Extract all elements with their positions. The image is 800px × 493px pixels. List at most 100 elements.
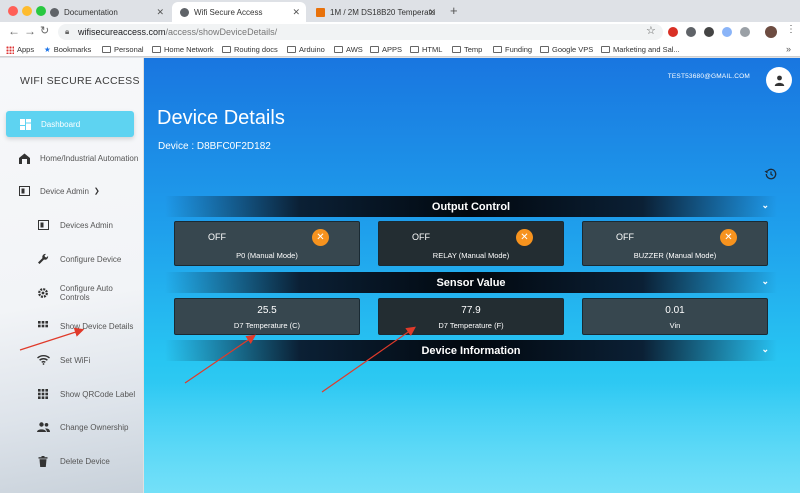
folder-icon <box>540 46 549 53</box>
bookmark-personal[interactable]: Personal <box>102 45 144 54</box>
sidebar-item-label: Show QRCode Label <box>60 389 136 399</box>
url-path: /access/showDeviceDetails/ <box>165 27 278 37</box>
bookmark-apps-folder[interactable]: APPS <box>370 45 402 54</box>
grid-icon <box>36 321 50 331</box>
output-control-header[interactable]: Output Control ⌄ <box>165 196 777 217</box>
close-window-icon[interactable] <box>8 6 18 16</box>
sidebar-item-set-wifi[interactable]: Set WiFi <box>0 347 144 373</box>
sidebar-item-devices-admin[interactable]: Devices Admin <box>0 212 144 238</box>
bookmark-google-vps[interactable]: Google VPS <box>540 45 593 54</box>
output-state: OFF <box>616 232 634 242</box>
tab-title: Documentation <box>64 7 118 17</box>
device-id: Device : D8BFC0F2D182 <box>158 141 271 152</box>
close-icon[interactable]: ✕ <box>720 229 737 246</box>
chevron-down-icon[interactable]: ⌄ <box>761 276 769 287</box>
browser-tab-ds18b20[interactable]: 1M / 2M DS18B20 Temperatu ✕ <box>308 2 442 22</box>
extension-icon[interactable] <box>686 27 696 37</box>
device-information-header[interactable]: Device Information ⌄ <box>165 340 777 361</box>
bookmark-bookmarks[interactable]: ★ Bookmarks <box>44 45 91 54</box>
history-icon[interactable] <box>764 167 777 185</box>
sidebar-item-delete-device[interactable]: Delete Device <box>0 448 144 474</box>
bookmark-star-icon[interactable]: ☆ <box>646 24 656 37</box>
output-card-buzzer[interactable]: OFF ✕ BUZZER (Manual Mode) <box>582 221 768 266</box>
tab-close-icon[interactable]: ✕ <box>156 7 164 18</box>
sensor-card-temp-c: 25.5 D7 Temperature (C) <box>174 298 360 335</box>
tab-favicon-icon <box>316 7 325 17</box>
sidebar-item-change-ownership[interactable]: Change Ownership <box>0 414 144 440</box>
sidebar-item-home-automation[interactable]: Home/Industrial Automation <box>0 145 144 171</box>
folder-icon <box>152 46 161 53</box>
people-icon <box>36 422 50 432</box>
bookmark-marketing[interactable]: Marketing and Sal... <box>601 45 680 54</box>
folder-icon <box>370 46 379 53</box>
device-admin-icon <box>13 186 35 196</box>
chevron-down-icon[interactable]: ⌄ <box>761 200 769 211</box>
address-bar[interactable]: 🔒︎ wifisecureaccess.com/access/showDevic… <box>58 24 663 40</box>
trash-icon <box>36 455 50 467</box>
browser-tab-documentation[interactable]: Documentation ✕ <box>42 2 170 22</box>
tab-close-icon[interactable]: ✕ <box>428 7 436 18</box>
bookmark-temp[interactable]: Temp <box>452 45 482 54</box>
sidebar-item-show-qrcode-label[interactable]: Show QRCode Label <box>0 381 144 407</box>
bookmark-aws[interactable]: AWS <box>334 45 363 54</box>
extension-icon[interactable] <box>704 27 714 37</box>
brand-title: WIFI SECURE ACCESS <box>20 75 140 87</box>
folder-icon <box>102 46 111 53</box>
sidebar-item-label: Device Admin <box>40 186 89 196</box>
reload-icon[interactable]: ↻ <box>40 24 49 37</box>
close-icon[interactable]: ✕ <box>516 229 533 246</box>
bookmark-routing-docs[interactable]: Routing docs <box>222 45 278 54</box>
close-icon[interactable]: ✕ <box>312 229 329 246</box>
forward-arrow-icon[interactable]: → <box>24 24 36 38</box>
extension-icon[interactable] <box>722 27 732 37</box>
folder-icon <box>410 46 419 53</box>
output-state: OFF <box>208 232 226 242</box>
minimize-window-icon[interactable] <box>22 6 32 16</box>
page-title: Device Details <box>157 107 285 129</box>
dashboard-icon <box>14 118 36 130</box>
new-tab-button[interactable]: + <box>450 3 458 18</box>
sidebar-item-label: Delete Device <box>60 456 110 466</box>
folder-icon <box>222 46 231 53</box>
extension-adblock-icon[interactable] <box>668 27 678 37</box>
devices-admin-icon <box>36 220 50 230</box>
app-root: WIFI SECURE ACCESS Dashboard Home/Indust… <box>0 58 800 493</box>
wifi-icon <box>36 355 50 365</box>
sidebar-item-configure-device[interactable]: Configure Device <box>0 246 144 272</box>
sensor-value: 0.01 <box>665 305 685 316</box>
output-state: OFF <box>412 232 430 242</box>
sidebar-item-label: Devices Admin <box>60 220 113 230</box>
bookmark-home-network[interactable]: Home Network <box>152 45 214 54</box>
apps-grid-icon <box>6 45 14 54</box>
browser-tab-strip: Documentation ✕ Wifi Secure Access ✕ 1M … <box>0 0 800 22</box>
bookmarks-bar: Apps ★ Bookmarks Personal Home Network Ro… <box>0 42 800 57</box>
browser-menu-icon[interactable]: ⋮ <box>786 24 796 35</box>
sensor-value-header[interactable]: Sensor Value ⌄ <box>165 272 777 293</box>
profile-avatar[interactable] <box>765 26 777 38</box>
output-card-relay[interactable]: OFF ✕ RELAY (Manual Mode) <box>378 221 564 266</box>
section-title: Sensor Value <box>436 276 506 289</box>
chevron-down-icon[interactable]: ⌄ <box>761 344 769 355</box>
bookmark-html[interactable]: HTML <box>410 45 442 54</box>
extension-icon[interactable] <box>740 27 750 37</box>
sidebar-item-device-admin[interactable]: Device Admin ❯ <box>0 178 144 204</box>
sidebar-item-dashboard[interactable]: Dashboard <box>6 111 134 137</box>
back-arrow-icon[interactable]: ← <box>8 24 20 38</box>
bookmark-apps[interactable]: Apps <box>6 45 34 54</box>
sidebar-item-label: Configure Auto Controls <box>59 284 113 302</box>
sidebar-item-show-device-details[interactable]: Show Device Details <box>0 313 144 339</box>
browser-tab-wifi-secure-access[interactable]: Wifi Secure Access ✕ <box>172 2 306 22</box>
output-card-p0[interactable]: OFF ✕ P0 (Manual Mode) <box>174 221 360 266</box>
bookmarks-overflow-icon[interactable]: » <box>786 44 791 54</box>
main-content: TEST53680@GMAIL.COM Device Details Devic… <box>144 58 800 493</box>
account-avatar-button[interactable] <box>766 67 792 93</box>
home-icon <box>13 153 35 164</box>
lock-icon: 🔒︎ <box>65 27 70 36</box>
bookmark-funding[interactable]: Funding <box>493 45 532 54</box>
sensor-card-vin: 0.01 Vin <box>582 298 768 335</box>
bookmark-arduino[interactable]: Arduino <box>287 45 325 54</box>
tab-close-icon[interactable]: ✕ <box>292 7 300 18</box>
folder-icon <box>452 46 461 53</box>
sidebar-item-label: Show Device Details <box>60 321 134 331</box>
sidebar-item-configure-auto-controls[interactable]: Configure Auto Controls <box>0 280 144 306</box>
